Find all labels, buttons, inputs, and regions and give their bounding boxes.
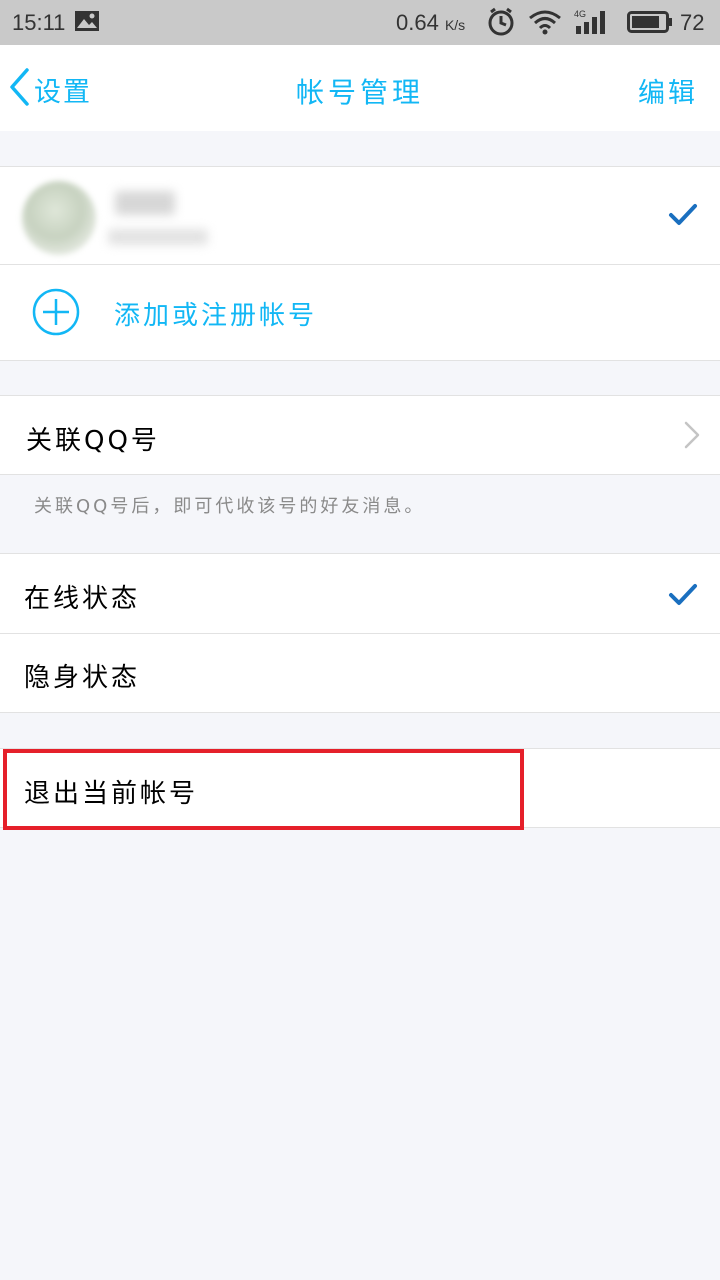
status-section: 在线状态 隐身状态 [0, 553, 720, 713]
nav-bar: 设置 帐号管理 编辑 [0, 45, 720, 131]
link-qq-label: 关联QQ号 [26, 426, 160, 456]
page-title: 帐号管理 [295, 76, 424, 109]
chevron-right-icon [684, 421, 700, 453]
plus-circle-icon [32, 288, 80, 340]
battery-icon [627, 11, 673, 39]
account-id [108, 229, 208, 245]
cell-signal-icon: 4G [574, 8, 610, 42]
add-account-label: 添加或注册帐号 [114, 301, 318, 331]
account-name [115, 191, 175, 215]
wifi-icon [528, 8, 562, 42]
link-qq-hint: 关联QQ号后，即可代收该号的好友消息。 [34, 496, 426, 517]
network-type-label: 4G [574, 9, 586, 19]
network-speed: 0.64 K/s [396, 10, 466, 35]
avatar [22, 181, 96, 255]
link-qq-row[interactable]: 关联QQ号 [0, 396, 720, 474]
image-notification-icon [74, 10, 100, 38]
status-option-label: 在线状态 [24, 584, 141, 614]
alarm-icon [486, 7, 516, 43]
status-option-online[interactable]: 在线状态 [0, 554, 720, 633]
checkmark-icon [668, 203, 698, 231]
link-qq-section: 关联QQ号 [0, 395, 720, 475]
accounts-section: 添加或注册帐号 [0, 166, 720, 361]
add-account-row[interactable]: 添加或注册帐号 [0, 265, 720, 360]
status-bar: 15:11 0.64 K/s 4G 72 [0, 0, 720, 45]
status-option-invisible[interactable]: 隐身状态 [0, 634, 720, 712]
battery-level: 72 [680, 10, 705, 35]
status-time: 15:11 [12, 10, 66, 35]
status-option-label: 隐身状态 [24, 663, 141, 693]
checkmark-icon [668, 583, 698, 611]
edit-button[interactable]: 编辑 [638, 71, 698, 110]
highlight-annotation [3, 749, 524, 830]
account-row[interactable] [0, 167, 720, 264]
